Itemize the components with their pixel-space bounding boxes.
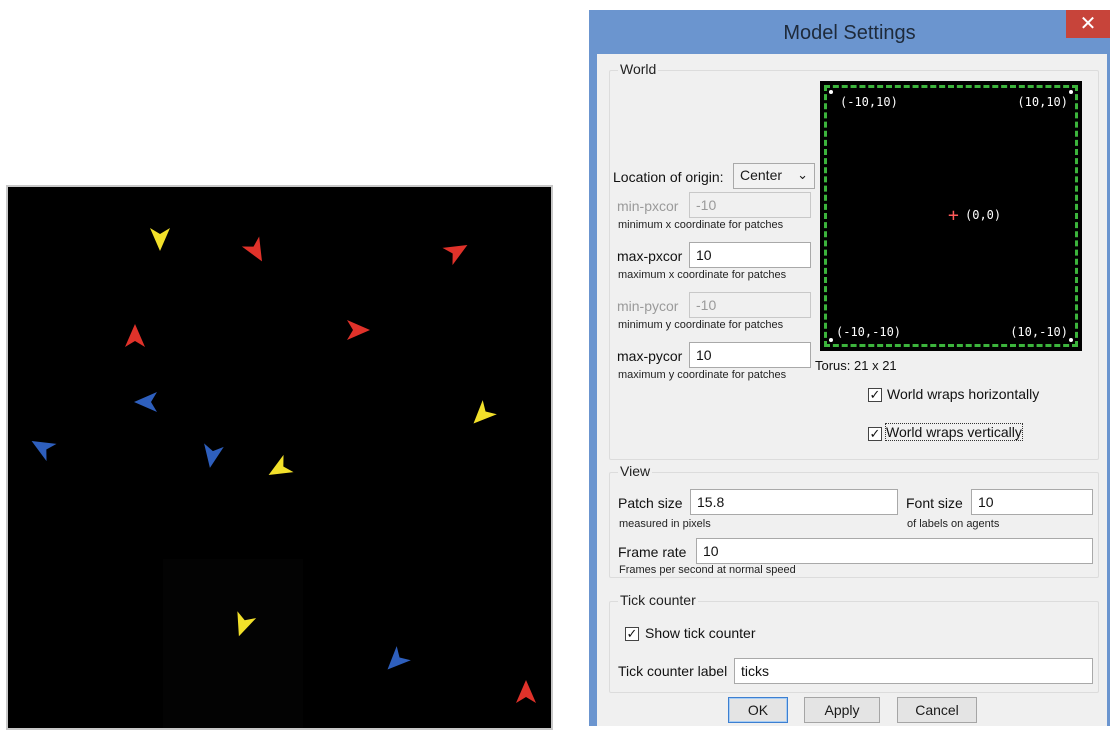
patch-size-hint: measured in pixels <box>619 518 711 530</box>
preview-bottom-left: (-10,-10) <box>836 325 902 339</box>
corner-dot <box>829 90 833 94</box>
max-pxcor-hint: maximum x coordinate for patches <box>618 269 787 281</box>
turtle <box>343 315 373 345</box>
dialog-title: Model Settings <box>783 22 916 44</box>
wrap-vertical-checkbox[interactable]: ✓ <box>868 427 882 441</box>
min-pxcor-hint: minimum x coordinate for patches <box>618 219 784 231</box>
wrap-horizontal-label: World wraps horizontally <box>887 386 1040 402</box>
min-pycor-label: min-pycor <box>617 298 679 314</box>
show-tick-counter-checkbox[interactable]: ✓ <box>625 627 639 641</box>
turtle-arrow-icon <box>134 392 157 412</box>
dialog-titlebar[interactable]: Model Settings ✕ <box>589 10 1110 54</box>
tick-counter-label-label: Tick counter label <box>618 663 728 679</box>
turtle <box>145 224 175 254</box>
turtle <box>27 432 57 462</box>
patch-size-input[interactable] <box>690 489 898 515</box>
turtle-arrow-icon <box>473 400 497 424</box>
chevron-down-icon: ⌄ <box>797 167 808 182</box>
turtle <box>442 236 472 266</box>
corner-dot <box>1069 338 1073 342</box>
turtle <box>131 387 161 417</box>
turtle-arrow-icon <box>516 680 536 703</box>
font-size-input[interactable] <box>971 489 1093 515</box>
origin-cross-icon: + <box>948 205 959 226</box>
wrap-horizontal-checkbox[interactable]: ✓ <box>868 388 882 402</box>
turtle-arrow-icon <box>241 236 262 262</box>
turtle-arrow-icon <box>387 646 411 670</box>
max-pycor-hint: maximum y coordinate for patches <box>618 369 787 381</box>
turtle <box>264 454 294 484</box>
max-pycor-label: max-pycor <box>617 348 683 364</box>
corner-dot <box>1069 90 1073 94</box>
preview-center: (0,0) <box>965 208 1002 222</box>
turtle-arrow-icon <box>31 441 57 462</box>
turtle-arrow-icon <box>347 320 370 340</box>
preview-top-right: (10,10) <box>1017 95 1068 109</box>
corner-dot <box>829 338 833 342</box>
min-pxcor-input[interactable] <box>689 192 811 218</box>
view-group: View Patch size measured in pixels Font … <box>609 463 1099 578</box>
turtle <box>228 610 258 640</box>
turtle <box>120 321 150 351</box>
turtle-arrow-icon <box>150 228 170 251</box>
max-pxcor-input[interactable] <box>689 242 811 268</box>
frame-rate-label: Frame rate <box>618 544 687 560</box>
min-pxcor-label: min-pxcor <box>617 198 679 214</box>
show-tick-counter-label: Show tick counter <box>645 625 756 641</box>
preview-top-left: (-10,10) <box>840 95 898 109</box>
turtle-arrow-icon <box>125 324 145 347</box>
apply-button[interactable]: Apply <box>804 697 880 723</box>
font-size-hint: of labels on agents <box>907 518 1000 530</box>
max-pxcor-label: max-pxcor <box>617 248 683 264</box>
max-pycor-input[interactable] <box>689 342 811 368</box>
frame-rate-input[interactable] <box>696 538 1093 564</box>
min-pycor-input[interactable] <box>689 292 811 318</box>
origin-value: Center <box>740 167 783 183</box>
world-group: World Location of origin: Center ⌄ min-p… <box>609 61 1099 460</box>
wrap-vertical-label: World wraps vertically <box>885 423 1023 441</box>
min-pycor-hint: minimum y coordinate for patches <box>618 319 784 331</box>
turtle-arrow-icon <box>237 611 257 637</box>
turtle-arrow-icon <box>442 245 468 266</box>
origin-label: Location of origin: <box>613 169 724 185</box>
tick-counter-legend: Tick counter <box>618 592 698 608</box>
close-button[interactable]: ✕ <box>1066 10 1110 38</box>
turtle-arrow-icon <box>268 454 294 475</box>
turtle <box>197 441 227 471</box>
turtle-arrow-icon <box>204 443 224 468</box>
preview-bottom-right: (10,-10) <box>1010 325 1068 339</box>
world-legend: World <box>618 61 659 77</box>
turtle <box>511 677 541 707</box>
font-size-label: Font size <box>906 495 963 511</box>
cancel-button[interactable]: Cancel <box>897 697 977 723</box>
world-preview: (-10,10) (10,10) (-10,-10) (10,-10) + (0… <box>820 81 1082 351</box>
world-view[interactable] <box>6 185 553 730</box>
turtle <box>467 400 497 430</box>
tick-counter-group: Tick counter ✓ Show tick counter Tick co… <box>609 592 1099 693</box>
close-icon: ✕ <box>1079 13 1097 35</box>
model-settings-dialog: Model Settings ✕ World Location of origi… <box>589 10 1110 726</box>
dialog-body: World Location of origin: Center ⌄ min-p… <box>597 54 1107 726</box>
ok-button[interactable]: OK <box>728 697 788 723</box>
turtle <box>241 236 271 266</box>
frame-rate-hint: Frames per second at normal speed <box>619 564 796 576</box>
torus-label: Torus: 21 x 21 <box>815 358 897 373</box>
patch-region <box>163 559 303 728</box>
origin-select[interactable]: Center ⌄ <box>733 163 815 189</box>
patch-size-label: Patch size <box>618 495 683 511</box>
tick-counter-label-input[interactable] <box>734 658 1093 684</box>
turtle <box>381 646 411 676</box>
view-legend: View <box>618 463 653 479</box>
